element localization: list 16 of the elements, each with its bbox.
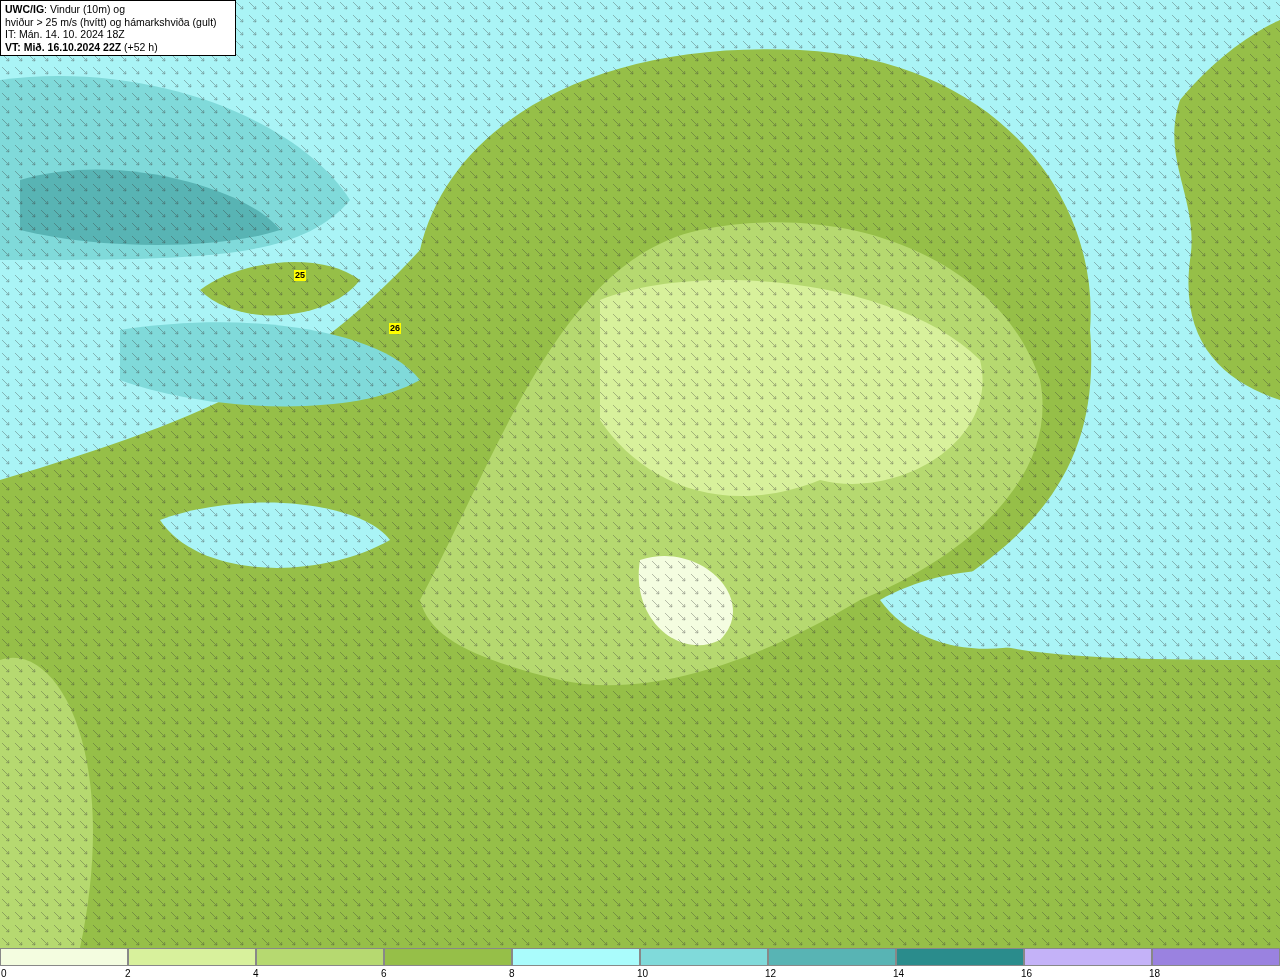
legend-label: 2 bbox=[125, 968, 131, 978]
legend-label: 6 bbox=[381, 968, 387, 978]
legend-label: 10 bbox=[637, 968, 649, 978]
legend-label: 18 bbox=[1149, 968, 1161, 978]
legend-label: 14 bbox=[893, 968, 905, 978]
legend-label: 16 bbox=[1021, 968, 1033, 978]
map-title-line: UWC/IG: Vindur (10m) og bbox=[5, 3, 126, 16]
gust-label: 26 bbox=[389, 323, 401, 334]
legend-label: 0 bbox=[1, 968, 7, 978]
gust-label: 25 bbox=[294, 270, 306, 281]
legend-label: 12 bbox=[765, 968, 777, 978]
legend-label: 8 bbox=[509, 968, 515, 978]
map-title-line: hviður > 25 m/s (hvítt) og hámarkshviða (gult) bbox=[5, 15, 218, 28]
map-title-line: IT: Mán. 14. 10. 2024 18Z bbox=[5, 28, 126, 41]
map-title-line: VT: Mið. 16.10.2024 22Z (+52 h) bbox=[5, 40, 159, 53]
legend-label: 4 bbox=[253, 968, 259, 978]
